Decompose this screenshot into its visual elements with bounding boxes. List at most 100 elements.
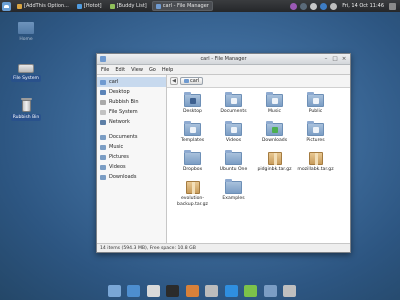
archive-icon [308,152,323,165]
file-item[interactable]: Public [295,92,336,123]
taskbar-button[interactable]: carl - File Manager [151,1,213,11]
downloader-icon[interactable] [224,285,238,297]
folder-emblem-icon [313,98,319,104]
menu-edit[interactable]: Edit [115,67,125,73]
menu-file[interactable]: File [101,67,109,73]
folder-emblem-icon [272,127,278,133]
file-label: Desktop [183,109,202,114]
folder-emblem-icon [272,98,278,104]
sidebar-item-desktop[interactable]: Desktop [97,87,166,97]
taskbar-button[interactable]: [AddThis Option... [14,1,72,11]
app-icon [17,3,22,9]
file-item[interactable]: Music [254,92,295,123]
taskbar-button-label: [Hotot] [83,3,102,9]
search-icon[interactable] [205,285,219,297]
folder-emblem-icon [231,127,237,133]
minimize-icon[interactable]: – [323,56,329,62]
window-titlebar[interactable]: carl - File Manager – □ × [97,54,350,65]
sidebar-item-music[interactable]: Music [97,142,166,152]
sidebar-item-rubbish-bin[interactable]: Rubbish Bin [97,97,166,107]
file-label: Music [267,109,282,114]
show-desktop-icon[interactable] [108,285,121,297]
folder-icon [266,92,283,107]
menu-go[interactable]: Go [149,67,156,73]
file-label: Templates [180,138,205,143]
terminal-icon[interactable] [166,285,180,297]
path-bar: ◀ carl [167,75,350,88]
music-player-icon[interactable] [244,285,258,297]
folder-icon [100,164,106,170]
clock[interactable]: Fri, 14 Oct 11:46 [342,3,384,9]
file-item[interactable]: Pictures [295,121,336,152]
folder-emblem-icon [313,127,319,133]
taskbar-button-label: carl - File Manager [162,3,209,9]
desktop-trash-label: Rubbish Bin [10,114,42,121]
path-button-carl[interactable]: carl [180,77,204,85]
file-label: Public [308,109,323,114]
desktop-home[interactable]: Home [8,22,44,43]
back-arrow-icon[interactable]: ◀ [170,77,178,85]
sidebar-item-network[interactable]: Network [97,117,166,127]
applications-menu-icon[interactable] [2,1,11,11]
tray-icon[interactable] [320,2,328,10]
maximize-icon[interactable]: □ [332,56,338,62]
desktop-trash[interactable]: Rubbish Bin [8,98,44,121]
file-item[interactable]: Templates [172,121,213,152]
file-label: Ubuntu One [219,167,248,172]
folder-icon [225,179,242,194]
file-item[interactable]: pidginbk.tar.gz [254,152,295,181]
folder-icon [184,150,201,165]
file-item[interactable]: mozillabk.tar.gz [295,152,336,181]
file-item[interactable]: Examples [213,179,254,210]
folder-icon [184,92,201,107]
folder-icon [266,121,283,136]
file-item[interactable]: Documents [213,92,254,123]
folder-emblem-icon [190,127,196,133]
close-icon[interactable]: × [341,56,347,62]
menu-help[interactable]: Help [162,67,173,73]
tray-icon[interactable] [290,2,298,10]
file-item[interactable]: evolution-backup.tar.gz [172,181,213,210]
taskbar-button-label: [Buddy List] [116,3,147,9]
sidebar-item-documents[interactable]: Documents [97,132,166,142]
desktop-filesystem-label: File System [11,75,41,82]
folder-icon [225,121,242,136]
sidebar-item-pictures[interactable]: Pictures [97,152,166,162]
social-client-icon[interactable] [127,285,141,297]
tray-icon[interactable] [310,2,318,10]
browser-icon[interactable] [185,285,199,297]
trash-icon [100,99,106,105]
file-item[interactable]: Dropbox [172,150,213,181]
file-item[interactable]: Videos [213,121,254,152]
trash-icon[interactable] [282,285,296,297]
sidebar-item-label: Downloads [109,174,137,180]
file-label: mozillabk.tar.gz [297,167,334,172]
mail-client-icon[interactable] [146,285,160,297]
sidebar-item-carl[interactable]: carl [97,77,166,87]
app-icon [155,3,161,9]
file-item[interactable]: Downloads [254,121,295,152]
path-button-label: carl [190,78,200,84]
file-item[interactable]: Ubuntu One [213,150,254,181]
desktop-filesystem[interactable]: File System [8,58,44,82]
file-label: Dropbox [182,167,203,172]
home-icon [100,79,106,85]
folder-icon [100,134,106,140]
sidebar-item-downloads[interactable]: Downloads [97,172,166,182]
sidebar-item-file-system[interactable]: File System [97,107,166,117]
taskbar-button[interactable]: [Buddy List] [107,1,150,11]
file-manager-icon[interactable] [263,285,277,297]
sidebar-item-label: Desktop [109,89,130,95]
file-item[interactable]: Desktop [172,92,213,123]
menu-view[interactable]: View [131,67,143,73]
file-label: Examples [222,196,245,201]
sidebar-item-label: Documents [109,134,138,140]
sidebar-item-label: Rubbish Bin [109,99,139,105]
taskbar-button-label: [AddThis Option... [24,3,69,9]
tray-icon[interactable] [300,2,308,10]
tray-icon[interactable] [330,2,338,10]
sidebar-item-videos[interactable]: Videos [97,162,166,172]
sidebar-item-label: File System [109,109,138,115]
taskbar-button[interactable]: [Hotot] [74,1,105,11]
logout-icon[interactable] [389,2,396,10]
